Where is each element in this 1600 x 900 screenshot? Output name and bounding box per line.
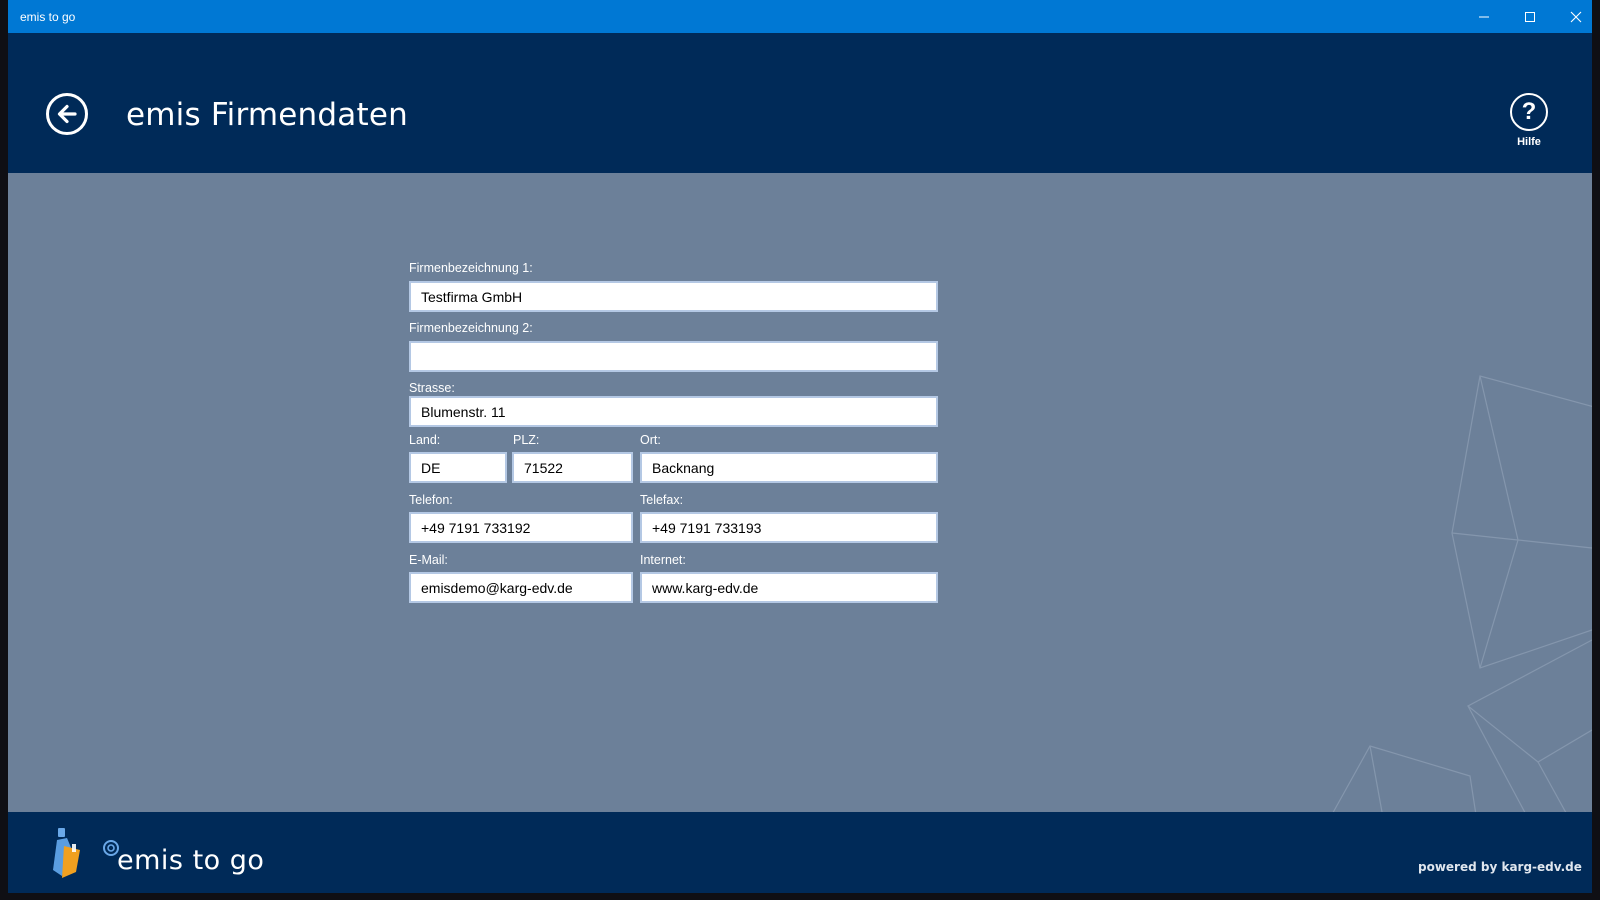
internet-label: Internet: xyxy=(640,553,686,567)
ort-input[interactable] xyxy=(640,452,938,483)
help-button[interactable]: ? Hilfe xyxy=(1503,93,1555,148)
email-input[interactable] xyxy=(409,572,633,603)
app-footer: emis to go powered by karg-edv.de xyxy=(8,812,1592,893)
telefax-label: Telefax: xyxy=(640,493,684,507)
firmenbezeichnung2-input[interactable] xyxy=(409,341,938,372)
firmenbezeichnung1-input[interactable] xyxy=(409,281,938,312)
page-title: emis Firmendaten xyxy=(126,97,408,133)
minimize-button[interactable] xyxy=(1461,0,1507,33)
powered-by-text: powered by karg-edv.de xyxy=(1418,860,1582,874)
maximize-icon xyxy=(1525,11,1535,22)
firmenbezeichnung2-label: Firmenbezeichnung 2: xyxy=(409,321,533,335)
emis-logo-icon xyxy=(53,828,119,878)
ort-label: Ort: xyxy=(640,433,661,447)
title-bar: emis to go xyxy=(8,0,1592,33)
internet-input[interactable] xyxy=(640,572,938,603)
back-button[interactable] xyxy=(46,93,88,135)
close-icon xyxy=(1570,11,1582,22)
land-label: Land: xyxy=(409,433,441,447)
footer-app-name: emis to go xyxy=(117,845,265,876)
minimize-icon xyxy=(1479,16,1489,17)
telefax-input[interactable] xyxy=(640,512,938,543)
page-header: emis Firmendaten ? Hilfe xyxy=(8,33,1592,173)
telefon-label: Telefon: xyxy=(409,493,453,507)
land-input[interactable] xyxy=(409,452,507,483)
plz-label: PLZ: xyxy=(513,433,540,447)
close-button[interactable] xyxy=(1553,0,1592,33)
question-icon: ? xyxy=(1510,93,1548,131)
app-window: emis to go emis Firmendaten ? Hilfe Firm… xyxy=(8,0,1592,893)
arrow-left-icon xyxy=(57,104,77,124)
email-label: E-Mail: xyxy=(409,553,448,567)
window-title: emis to go xyxy=(20,10,76,24)
help-label: Hilfe xyxy=(1517,136,1541,148)
plz-input[interactable] xyxy=(512,452,633,483)
firmenbezeichnung1-label: Firmenbezeichnung 1: xyxy=(409,261,533,275)
strasse-input[interactable] xyxy=(409,396,938,427)
telefon-input[interactable] xyxy=(409,512,633,543)
maximize-button[interactable] xyxy=(1507,0,1553,33)
strasse-label: Strasse: xyxy=(409,381,455,395)
